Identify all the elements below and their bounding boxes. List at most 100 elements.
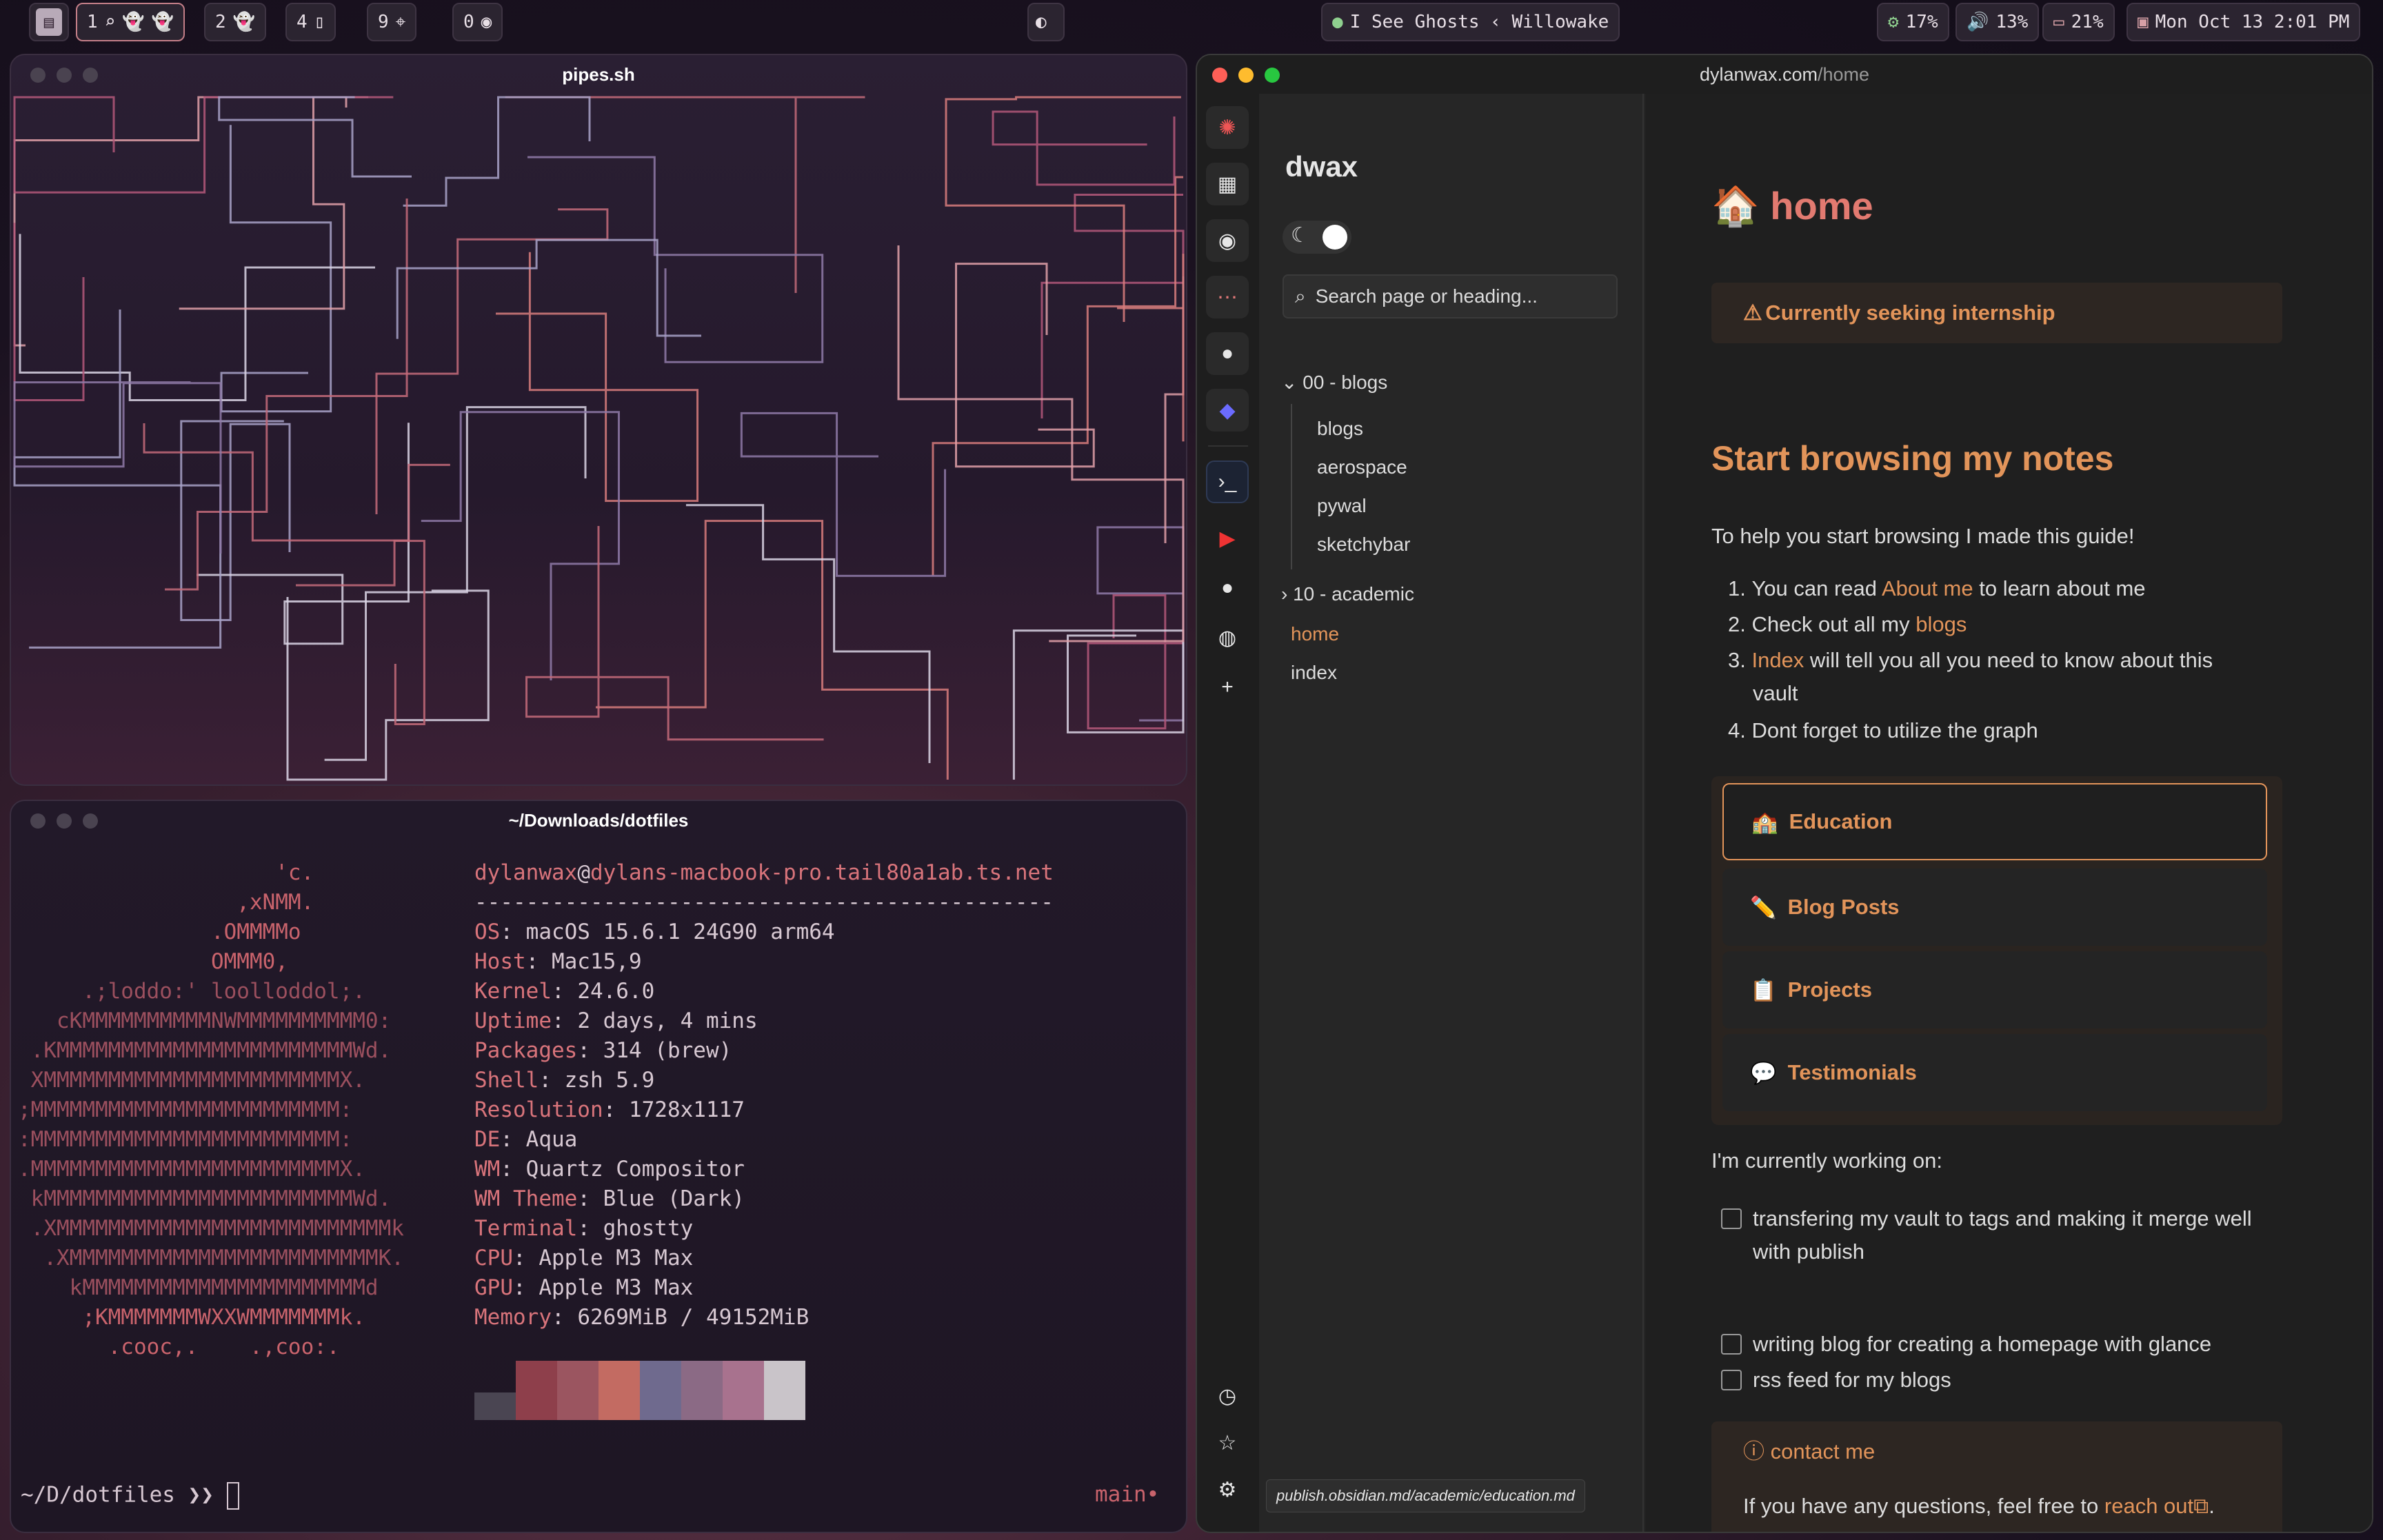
about-me-link[interactable]: About me	[1882, 576, 1973, 600]
info-value: 24.6.0	[577, 979, 655, 1004]
info-key: WM	[474, 1157, 501, 1182]
graph-tab-icon[interactable]: ⋯	[1206, 276, 1249, 318]
battery-widget[interactable]: ▭ 21%	[2042, 3, 2115, 41]
info-value: Apple M3 Max	[539, 1246, 694, 1270]
workspace-number: 1	[87, 12, 98, 32]
tree-item-sketchybar[interactable]: sketchybar	[1317, 534, 1410, 556]
index-link[interactable]: Index	[1751, 648, 1804, 672]
appearance-toggle[interactable]: ◐	[1027, 3, 1065, 41]
dashboard-tab-icon[interactable]: ▦	[1206, 163, 1249, 205]
zoom-button[interactable]	[83, 68, 98, 83]
pipe-segment	[13, 96, 394, 194]
volume-widget[interactable]: 🔊 13%	[1955, 3, 2040, 41]
pipe-segment	[945, 96, 1181, 322]
linear-tab-icon[interactable]: ◆	[1206, 389, 1249, 432]
shell-prompt[interactable]: ~/D/dotfiles ❯❯	[21, 1482, 239, 1510]
close-button[interactable]	[30, 68, 46, 83]
zoom-button[interactable]	[1265, 68, 1280, 83]
notice-text: Currently seeking internship	[1765, 301, 2055, 325]
clock-value: Mon Oct 13 2:01 PM	[2155, 12, 2350, 32]
folder-academic[interactable]: › 10 - academic	[1281, 583, 1414, 605]
settings-tab-icon[interactable]: ✺	[1206, 106, 1249, 149]
search-input[interactable]: ⌕ Search page or heading...	[1283, 274, 1618, 318]
info-value: 314 (brew)	[603, 1038, 732, 1063]
reach-out-link[interactable]: reach out	[2104, 1494, 2193, 1518]
gear-icon[interactable]: ⚙	[1206, 1468, 1249, 1511]
card-education[interactable]: 🏫 Education	[1722, 783, 2267, 860]
tree-item-index[interactable]: index	[1291, 662, 1337, 684]
info-key: GPU	[474, 1275, 513, 1300]
close-button[interactable]	[30, 813, 46, 829]
pipe-segment	[740, 412, 947, 577]
minimize-button[interactable]	[57, 68, 72, 83]
tree-item-aerospace[interactable]: aerospace	[1317, 456, 1407, 478]
ollama-tab-icon[interactable]: ◉	[1206, 219, 1249, 262]
ascii-line: ,xNMM.	[18, 890, 314, 915]
workspace-1[interactable]: 1 ⌕ 👻 👻	[76, 3, 185, 41]
todo-item[interactable]: transfering my vault to tags and making …	[1721, 1202, 2286, 1268]
now-playing[interactable]: ● I See Ghosts ‹ Willowake	[1321, 3, 1620, 41]
card-projects[interactable]: 📋 Projects	[1722, 951, 2267, 1029]
todo-text: writing blog for creating a homepage wit…	[1753, 1332, 2212, 1356]
minimize-button[interactable]	[57, 813, 72, 829]
todo-item[interactable]: rss feed for my blogs	[1721, 1364, 1951, 1397]
pipe-segment	[13, 310, 222, 649]
terminal-tab-icon[interactable]: ›_	[1206, 460, 1249, 503]
github-tab-icon[interactable]: ●	[1206, 332, 1249, 375]
checkbox[interactable]	[1721, 1208, 1742, 1229]
github-tab-icon[interactable]: ●	[1206, 567, 1249, 609]
palette-swatch	[764, 1361, 805, 1420]
new-tab-icon[interactable]: +	[1206, 666, 1249, 709]
folder-label: 10 - academic	[1293, 583, 1414, 605]
ascii-line: ;KMMMMMMMWXXWMMMMMMMk.	[18, 1305, 365, 1330]
minimize-button[interactable]	[1238, 68, 1254, 83]
palette-swatch	[599, 1361, 640, 1420]
pipe-segment	[13, 381, 222, 554]
mit-tab-icon[interactable]: ◍	[1206, 616, 1249, 659]
star-icon[interactable]: ☆	[1206, 1421, 1249, 1464]
card-testimonials[interactable]: 💬 Testimonials	[1722, 1034, 2267, 1111]
youtube-tab-icon[interactable]: ▶	[1206, 517, 1249, 560]
theme-toggle[interactable]: ☾	[1283, 221, 1351, 254]
palette-swatch	[516, 1361, 557, 1420]
window-titlebar[interactable]: pipes.sh	[11, 55, 1186, 94]
workspace-9[interactable]: 9 ⌖	[367, 3, 417, 41]
cpu-widget[interactable]: ⚙ 17%	[1877, 3, 1949, 41]
tree-item-pywal[interactable]: pywal	[1317, 495, 1367, 517]
checkbox[interactable]	[1721, 1370, 1742, 1390]
todo-item[interactable]: writing blog for creating a homepage wit…	[1721, 1328, 2211, 1361]
info-key: CPU	[474, 1246, 513, 1270]
info-key: Shell	[474, 1068, 539, 1093]
blogs-link[interactable]: blogs	[1916, 612, 1967, 636]
tree-item-blogs[interactable]: blogs	[1317, 418, 1363, 440]
browser-window[interactable]: dylanwax.com/home ✺ ▦ ◉ ⋯ ● ◆ ›_ ▶ ● ◍ +…	[1196, 54, 2373, 1533]
contact-pre: If you have any questions, feel free to	[1743, 1494, 2104, 1518]
folder-blogs[interactable]: ⌄ 00 - blogs	[1281, 371, 1387, 394]
workspace-4[interactable]: 4 ▯	[285, 3, 336, 41]
pipes-window[interactable]: pipes.sh	[10, 54, 1187, 786]
list-text: to learn about me	[1973, 576, 2146, 600]
zoom-button[interactable]	[83, 813, 98, 829]
card-label: Projects	[1787, 977, 1872, 1002]
close-button[interactable]	[1212, 68, 1227, 83]
apple-menu-button[interactable]: ▤	[29, 3, 69, 41]
pipe-segment	[218, 96, 412, 178]
checkbox[interactable]	[1721, 1334, 1742, 1355]
window-titlebar[interactable]: dylanwax.com/home	[1197, 55, 2372, 94]
history-icon[interactable]: ◷	[1206, 1375, 1249, 1417]
tree-guide	[1291, 404, 1292, 569]
workspace-2[interactable]: 2 👻	[204, 3, 267, 41]
card-blog-posts[interactable]: ✏️ Blog Posts	[1722, 869, 2267, 946]
ascii-line: .cooc,. .,coo:.	[18, 1335, 340, 1359]
palette-swatch	[723, 1361, 764, 1420]
card-label: Testimonials	[1787, 1060, 1917, 1084]
tree-item-home[interactable]: home	[1291, 623, 1339, 645]
address-bar[interactable]: dylanwax.com/home	[1700, 64, 1869, 85]
list-text: You can read	[1751, 576, 1882, 600]
window-titlebar[interactable]: ~/Downloads/dotfiles	[11, 801, 1186, 840]
battery-icon: ▭	[2053, 12, 2064, 32]
clock-widget[interactable]: ▣ Mon Oct 13 2:01 PM	[2126, 3, 2361, 41]
workspace-0[interactable]: 0 ◉	[452, 3, 503, 41]
site-title[interactable]: dwax	[1285, 150, 1358, 183]
palette-swatch	[681, 1361, 723, 1420]
